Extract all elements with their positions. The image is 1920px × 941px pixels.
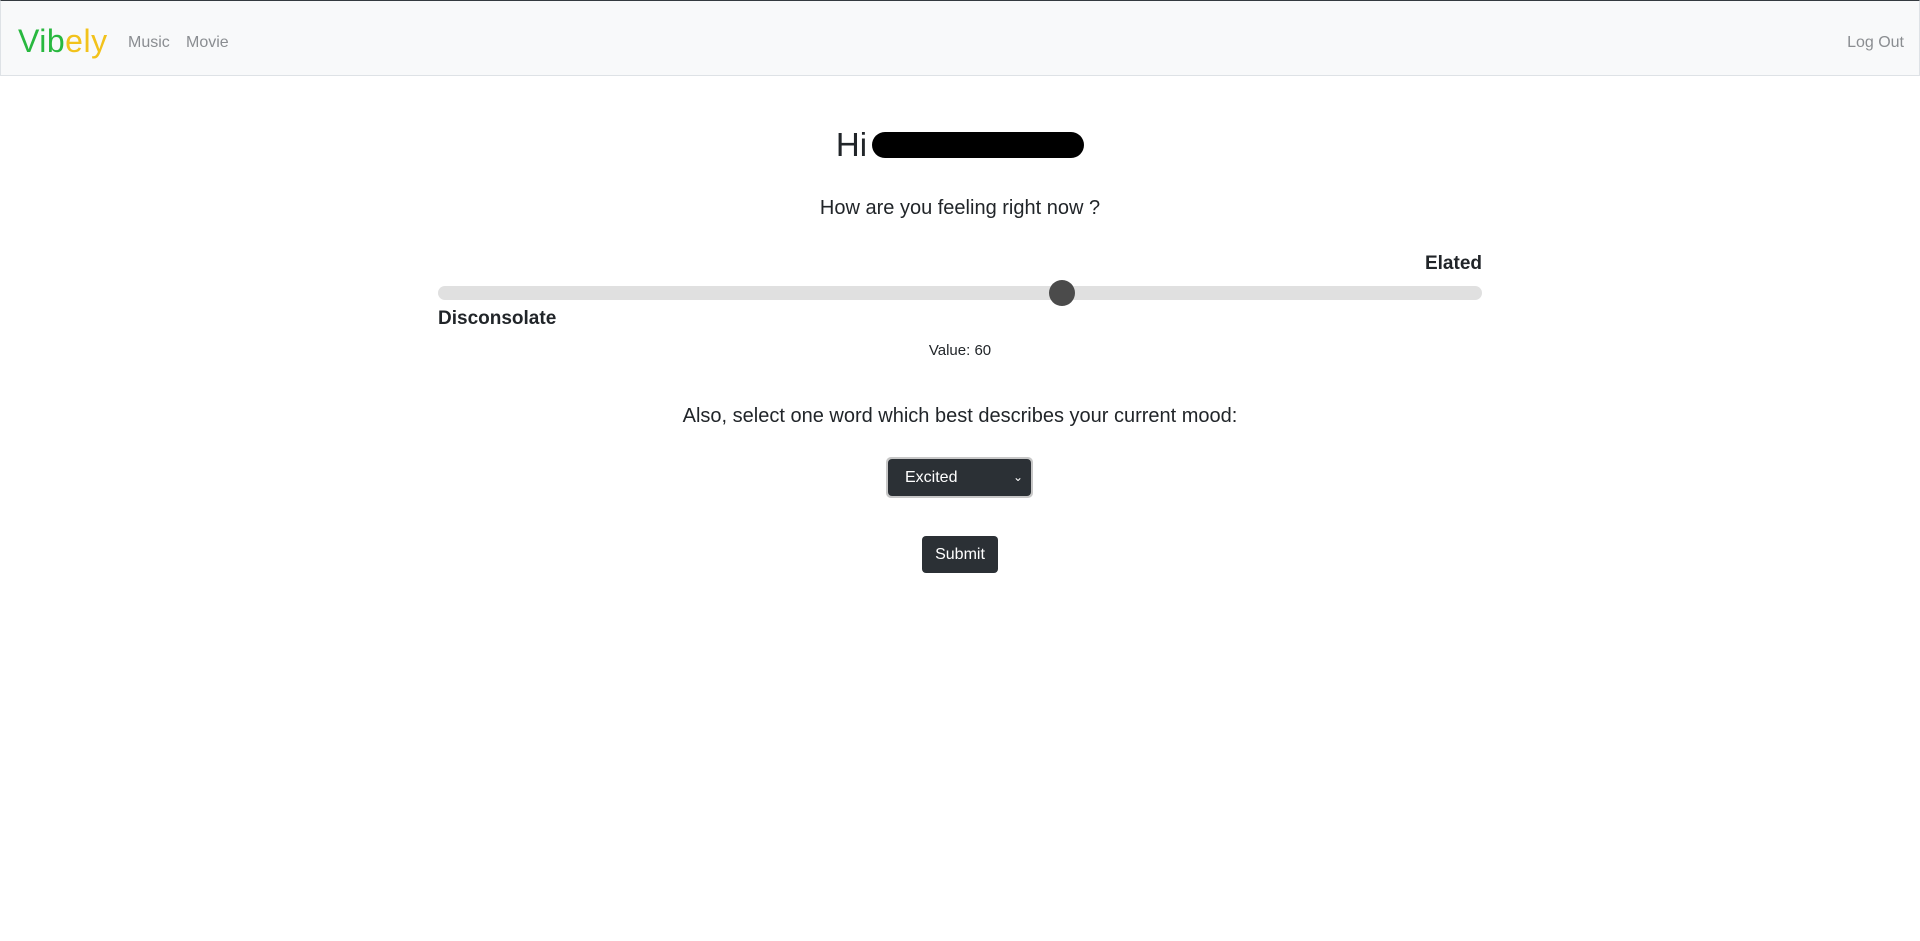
feeling-question: How are you feeling right now ? (819, 197, 1101, 219)
brand-logo[interactable]: Vibely (18, 21, 108, 61)
nav-link-movie[interactable]: Movie (186, 33, 229, 53)
logout-link[interactable]: Log Out (1847, 33, 1904, 53)
mood-select[interactable]: Excited ⌄ (888, 459, 1031, 496)
redacted-username (872, 132, 1085, 158)
slider-value-readout: Value: 60 (928, 342, 992, 359)
greeting-prefix: Hi (835, 126, 868, 163)
slider-min-label: Disconsolate (438, 308, 557, 329)
slider-max-label: Elated (1424, 253, 1482, 274)
nav-link-music[interactable]: Music (128, 33, 170, 53)
chevron-down-icon: ⌄ (1012, 470, 1023, 484)
mood-slider-thumb[interactable] (1048, 280, 1075, 306)
mood-select-value: Excited (905, 469, 958, 486)
greeting-heading: Hi (0, 124, 1920, 166)
brand-part-1: Vib (18, 23, 66, 59)
navbar: Vibely Music Movie Log Out (0, 0, 1920, 76)
brand-part-2: ely (65, 23, 108, 59)
submit-button[interactable]: Submit (922, 536, 998, 573)
mood-prompt: Also, select one word which best describ… (682, 405, 1238, 427)
mood-slider-track[interactable] (438, 286, 1482, 300)
mood-select-focus-ring: Excited ⌄ (886, 457, 1033, 498)
